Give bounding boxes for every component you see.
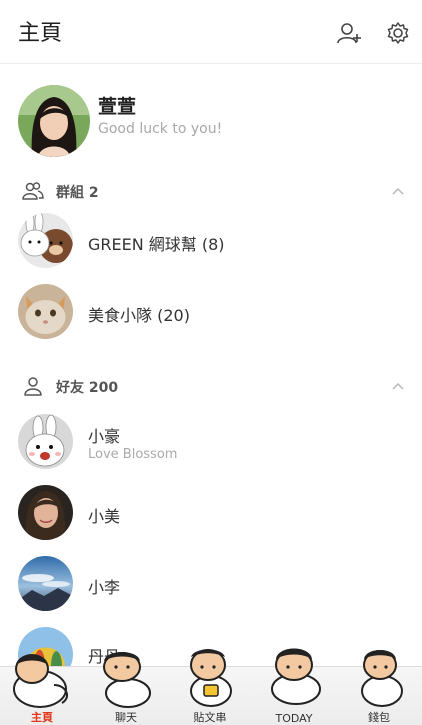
tab-label: 貼文串 [193, 711, 227, 724]
chevron-up-icon[interactable] [390, 380, 406, 392]
today-character-icon [271, 648, 321, 705]
groups-section-label: 群組 2 [56, 185, 99, 201]
group-name: 美食小隊 (20) [88, 306, 190, 325]
friend-name: 小美 [88, 507, 121, 526]
home-character-icon [13, 654, 69, 708]
list-item[interactable]: 美食小隊 (20) [0, 276, 422, 348]
friends-section-label: 好友 200 [56, 380, 119, 396]
list-item[interactable]: 小豪 Love Blossom [0, 406, 422, 478]
tab-home[interactable]: 主頁 [0, 654, 84, 725]
avatar [18, 284, 73, 339]
avatar [18, 485, 73, 540]
avatar [18, 556, 73, 611]
add-friend-icon[interactable] [336, 20, 362, 46]
group-icon [22, 182, 44, 200]
page-title: 主頁 [18, 21, 63, 46]
avatar [18, 414, 73, 469]
chevron-up-icon[interactable] [390, 185, 406, 197]
my-profile[interactable]: 萱萱 Good luck to you! [0, 64, 422, 170]
friend-name: 小李 [88, 578, 121, 597]
person-icon [24, 377, 42, 396]
tab-label: TODAY [275, 712, 313, 725]
list-item[interactable]: 小李 [0, 548, 422, 620]
tab-wallet[interactable]: 錢包 [336, 650, 422, 725]
list-item[interactable]: 小美 [0, 477, 422, 549]
profile-name: 萱萱 [98, 96, 137, 118]
tab-label: 聊天 [115, 711, 137, 724]
group-name: GREEN 網球幫 (8) [88, 235, 225, 254]
timeline-character-icon [190, 649, 232, 707]
list-item[interactable]: GREEN 網球幫 (8) [0, 205, 422, 277]
profile-status: Good luck to you! [98, 121, 223, 137]
tab-timeline[interactable]: 貼文串 [168, 649, 252, 725]
avatar[interactable] [18, 85, 90, 157]
tab-label: 錢包 [368, 711, 390, 724]
avatar [18, 213, 73, 268]
tab-chat[interactable]: 聊天 [84, 652, 168, 725]
friend-status: Love Blossom [88, 447, 178, 462]
chat-character-icon [103, 652, 151, 708]
gear-icon[interactable] [385, 20, 411, 46]
wallet-character-icon [361, 650, 403, 707]
friends-section-header[interactable]: 好友 200 [0, 370, 422, 402]
groups-section-header[interactable]: 群組 2 [0, 175, 422, 207]
bottom-tab-bar: 主頁 聊天 貼文串 TODAY 錢包 [0, 648, 422, 725]
friend-name: 小豪 [88, 427, 121, 446]
app-header: 主頁 [0, 0, 422, 64]
tab-label: 主頁 [31, 711, 53, 724]
tab-today[interactable]: TODAY [252, 648, 336, 725]
